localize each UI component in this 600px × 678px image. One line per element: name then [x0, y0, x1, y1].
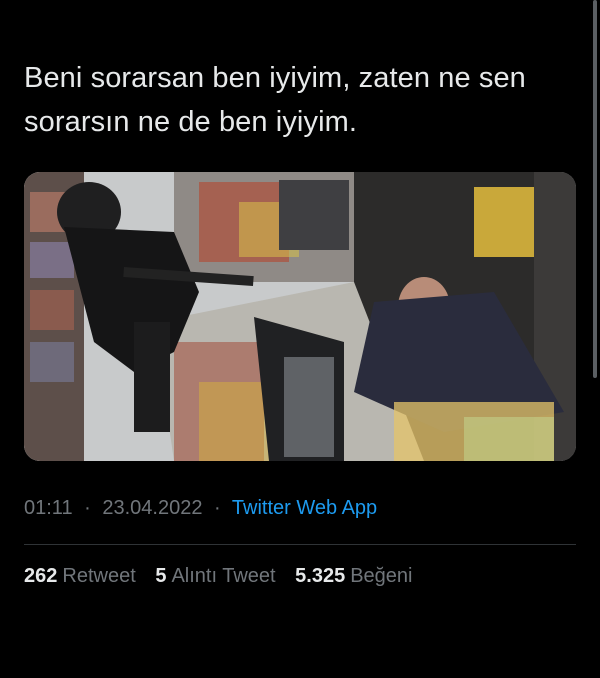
scrollbar[interactable] — [593, 0, 597, 378]
retweets-stat[interactable]: 262 Retweet — [24, 565, 136, 588]
tweet-source-link[interactable]: Twitter Web App — [232, 497, 377, 519]
tweet-meta: 01:11 · 23.04.2022 · Twitter Web App — [24, 497, 377, 520]
tweet-stats: 262 Retweet 5 Alıntı Tweet 5.325 Beğeni — [24, 565, 426, 588]
retweets-label: Retweet — [62, 565, 136, 587]
tweet-date[interactable]: 23.04.2022 — [102, 497, 202, 519]
tweet-media-photo[interactable] — [24, 172, 576, 461]
tweet-time[interactable]: 01:11 — [24, 497, 73, 519]
likes-stat[interactable]: 5.325 Beğeni — [295, 565, 412, 588]
likes-label: Beğeni — [350, 565, 413, 587]
divider — [24, 544, 576, 545]
quote-tweets-label: Alıntı Tweet — [171, 565, 276, 587]
separator-dot: · — [214, 497, 221, 519]
tweet-text: Beni sorarsan ben iyiyim, zaten ne sen s… — [24, 56, 576, 144]
tweet-text-line-1: Beni sorarsan ben iyiyim, zaten ne sen — [24, 62, 526, 94]
likes-count: 5.325 — [295, 565, 346, 587]
tweet-text-line-2: sorarsın ne de ben iyiyim. — [24, 106, 358, 138]
quote-tweets-stat[interactable]: 5 Alıntı Tweet — [155, 565, 275, 588]
store-camera-image — [24, 172, 576, 461]
quote-tweets-count: 5 — [155, 565, 167, 587]
retweets-count: 262 — [24, 565, 58, 587]
separator-dot: · — [84, 497, 91, 519]
